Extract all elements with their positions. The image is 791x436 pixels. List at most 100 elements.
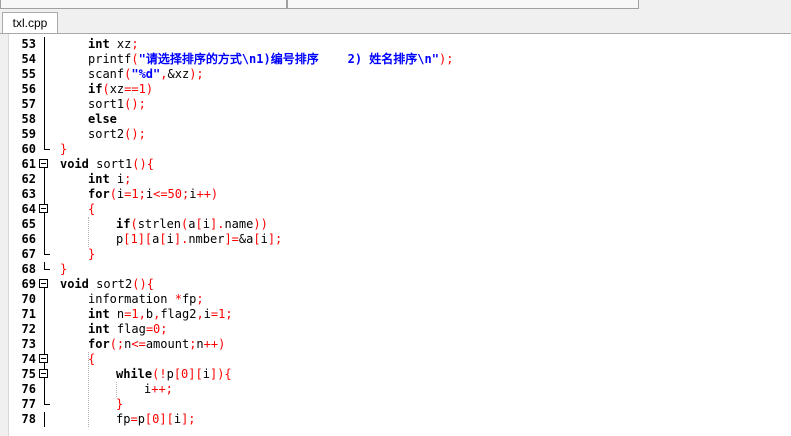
code-token: for [88, 337, 110, 351]
code-token: ]; [267, 232, 283, 246]
fold-toggle-icon[interactable] [38, 157, 52, 172]
fold-line-marker [38, 412, 52, 427]
code-line[interactable]: 60} [0, 142, 791, 157]
toolbar-panel-right [287, 0, 639, 9]
fold-toggle-icon[interactable] [38, 352, 52, 367]
code-token: p [137, 412, 145, 426]
line-number: 69 [21, 277, 36, 291]
code-line[interactable]: 59 sort2(); [0, 127, 791, 142]
line-number: 77 [21, 397, 36, 411]
code-token: ][ [137, 232, 153, 246]
code-token: ; [138, 187, 146, 201]
code-token: void [60, 277, 89, 291]
code-token: ]. [173, 232, 189, 246]
code-line[interactable]: 55 scanf("%d",&xz); [0, 67, 791, 82]
code-token: b [145, 307, 154, 321]
code-token: (! [152, 367, 167, 381]
code-line[interactable]: 74 { [0, 352, 791, 367]
line-number: 72 [21, 322, 36, 336]
code-line[interactable]: 57 sort1(); [0, 97, 791, 112]
code-line[interactable]: 64 { [0, 202, 791, 217]
code-line[interactable]: 76 i++; [0, 382, 791, 397]
fold-line-marker [38, 82, 52, 97]
line-number: 73 [21, 337, 36, 351]
code-line[interactable]: 75 while(!p[0][i]){ [0, 367, 791, 382]
code-token: i [202, 217, 210, 231]
fold-line-marker [38, 322, 52, 337]
code-token: a [188, 217, 196, 231]
code-line[interactable]: 63 for(i=1;i<=50;i++) [0, 187, 791, 202]
line-number: 57 [21, 97, 36, 111]
code-token: ][ [159, 412, 174, 426]
line-number: 71 [21, 307, 36, 321]
code-token: , [138, 307, 146, 321]
fold-toggle-icon[interactable] [38, 367, 52, 382]
code-token: "请选择排序的方式\n1)编号排序 2) 姓名排序\n" [138, 52, 439, 66]
tab-txl-cpp[interactable]: txl.cpp [2, 12, 58, 33]
code-line[interactable]: 77} [0, 397, 791, 412]
code-text: int flag=0; [88, 322, 168, 337]
line-number: 62 [21, 172, 36, 186]
code-text: } [116, 397, 123, 412]
fold-toggle-icon[interactable] [38, 202, 52, 217]
code-token: } [116, 397, 124, 411]
code-token: flag [109, 322, 146, 336]
line-number: 76 [21, 382, 36, 396]
code-line[interactable]: 68} [0, 262, 791, 277]
code-text: p[1][a[i].nmber]=&a[i]; [116, 232, 282, 247]
code-token: int [88, 37, 110, 51]
code-token: n [196, 337, 204, 351]
code-token: ) [145, 82, 154, 96]
line-number: 78 [21, 412, 36, 426]
line-number: 55 [21, 67, 36, 81]
toolbar-remnant [0, 0, 791, 12]
code-line[interactable]: 62 int i; [0, 172, 791, 187]
code-token: else [88, 112, 117, 126]
code-token: scanf [88, 67, 125, 81]
fold-toggle-icon[interactable] [38, 277, 52, 292]
code-token: ]= [224, 232, 239, 246]
code-line[interactable]: 58 else [0, 112, 791, 127]
line-number: 56 [21, 82, 36, 96]
code-token: = [130, 412, 138, 426]
code-token: ( [102, 82, 110, 96]
code-text: else [88, 112, 117, 127]
code-token: , [196, 307, 204, 321]
code-editor[interactable]: 53 int xz; 54 printf("请选择排序的方式\n1)编号排序 2) 姓… [0, 34, 791, 436]
code-token: for [88, 187, 110, 201]
code-token: ][ [188, 367, 203, 381]
fold-line-marker [38, 187, 52, 202]
fold-line-marker [38, 67, 52, 82]
code-token: [ [173, 367, 182, 381]
code-token: [ [195, 217, 203, 231]
code-line[interactable]: 69 void sort2(){ [0, 277, 791, 292]
code-line[interactable]: 54 printf("请选择排序的方式\n1)编号排序 2) 姓名排序\n"); [0, 52, 791, 67]
line-number: 70 [21, 292, 36, 306]
code-text: void sort2(){ [60, 277, 154, 292]
code-token: i [173, 412, 182, 426]
code-token: i [203, 307, 211, 321]
code-line[interactable]: 61 void sort1(){ [0, 157, 791, 172]
fold-line-marker [38, 217, 52, 232]
code-line[interactable]: 66 p[1][a[i].nmber]=&a[i]; [0, 232, 791, 247]
code-token: ; [160, 322, 168, 336]
code-line[interactable]: 53 int xz; [0, 37, 791, 52]
code-text: int n=1,b,flag2,i=1; [88, 307, 233, 322]
code-token: ]){ [209, 367, 232, 381]
code-line[interactable]: 56 if(xz==1) [0, 82, 791, 97]
code-line[interactable]: 73 for(;n<=amount;n++) [0, 337, 791, 352]
code-line[interactable]: 65 if(strlen(a[i].name)) [0, 217, 791, 232]
code-text: i++; [144, 382, 173, 397]
code-token: == [124, 82, 139, 96]
code-line[interactable]: 72 int flag=0; [0, 322, 791, 337]
code-token: printf [88, 52, 132, 66]
code-token: (){ [132, 157, 154, 171]
code-token: * [174, 292, 182, 306]
code-token: "%d" [131, 67, 161, 81]
code-token: i [260, 232, 268, 246]
code-line[interactable]: 78 fp=p[0][i]; [0, 412, 791, 427]
code-token: int [88, 322, 110, 336]
code-line[interactable]: 67} [0, 247, 791, 262]
code-line[interactable]: 70 information *fp; [0, 292, 791, 307]
code-line[interactable]: 71 int n=1,b,flag2,i=1; [0, 307, 791, 322]
